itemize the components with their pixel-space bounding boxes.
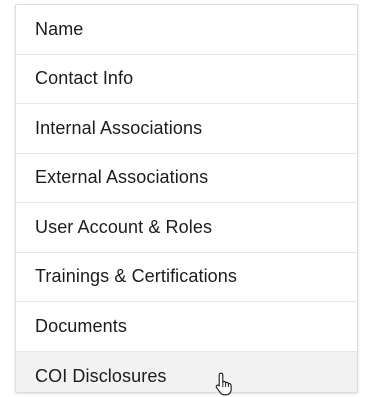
menu-item-label: Documents	[35, 315, 127, 336]
menu-item-label: Contact Info	[35, 68, 134, 89]
menu-item-contact-info[interactable]: Contact Info	[16, 55, 357, 104]
menu-item-trainings-certifications[interactable]: Trainings & Certifications	[16, 253, 357, 302]
menu-item-label: External Associations	[35, 167, 209, 188]
menu-item-coi-disclosures[interactable]: COI Disclosures	[16, 351, 357, 392]
menu-item-documents[interactable]: Documents	[16, 302, 357, 352]
menu-item-internal-associations[interactable]: Internal Associations	[16, 104, 357, 154]
menu-item-user-account-roles[interactable]: User Account & Roles	[16, 203, 357, 253]
menu-item-label: User Account & Roles	[35, 216, 213, 237]
menu-item-label: Trainings & Certifications	[35, 266, 238, 287]
menu-item-name[interactable]: Name	[16, 5, 357, 55]
menu-item-label: COI Disclosures	[35, 365, 167, 386]
menu-item-label: Internal Associations	[35, 117, 203, 138]
profile-section-menu: Name Contact Info Internal Associations …	[15, 4, 358, 393]
menu-item-label: Name	[35, 18, 84, 39]
menu-item-external-associations[interactable]: External Associations	[16, 154, 357, 203]
